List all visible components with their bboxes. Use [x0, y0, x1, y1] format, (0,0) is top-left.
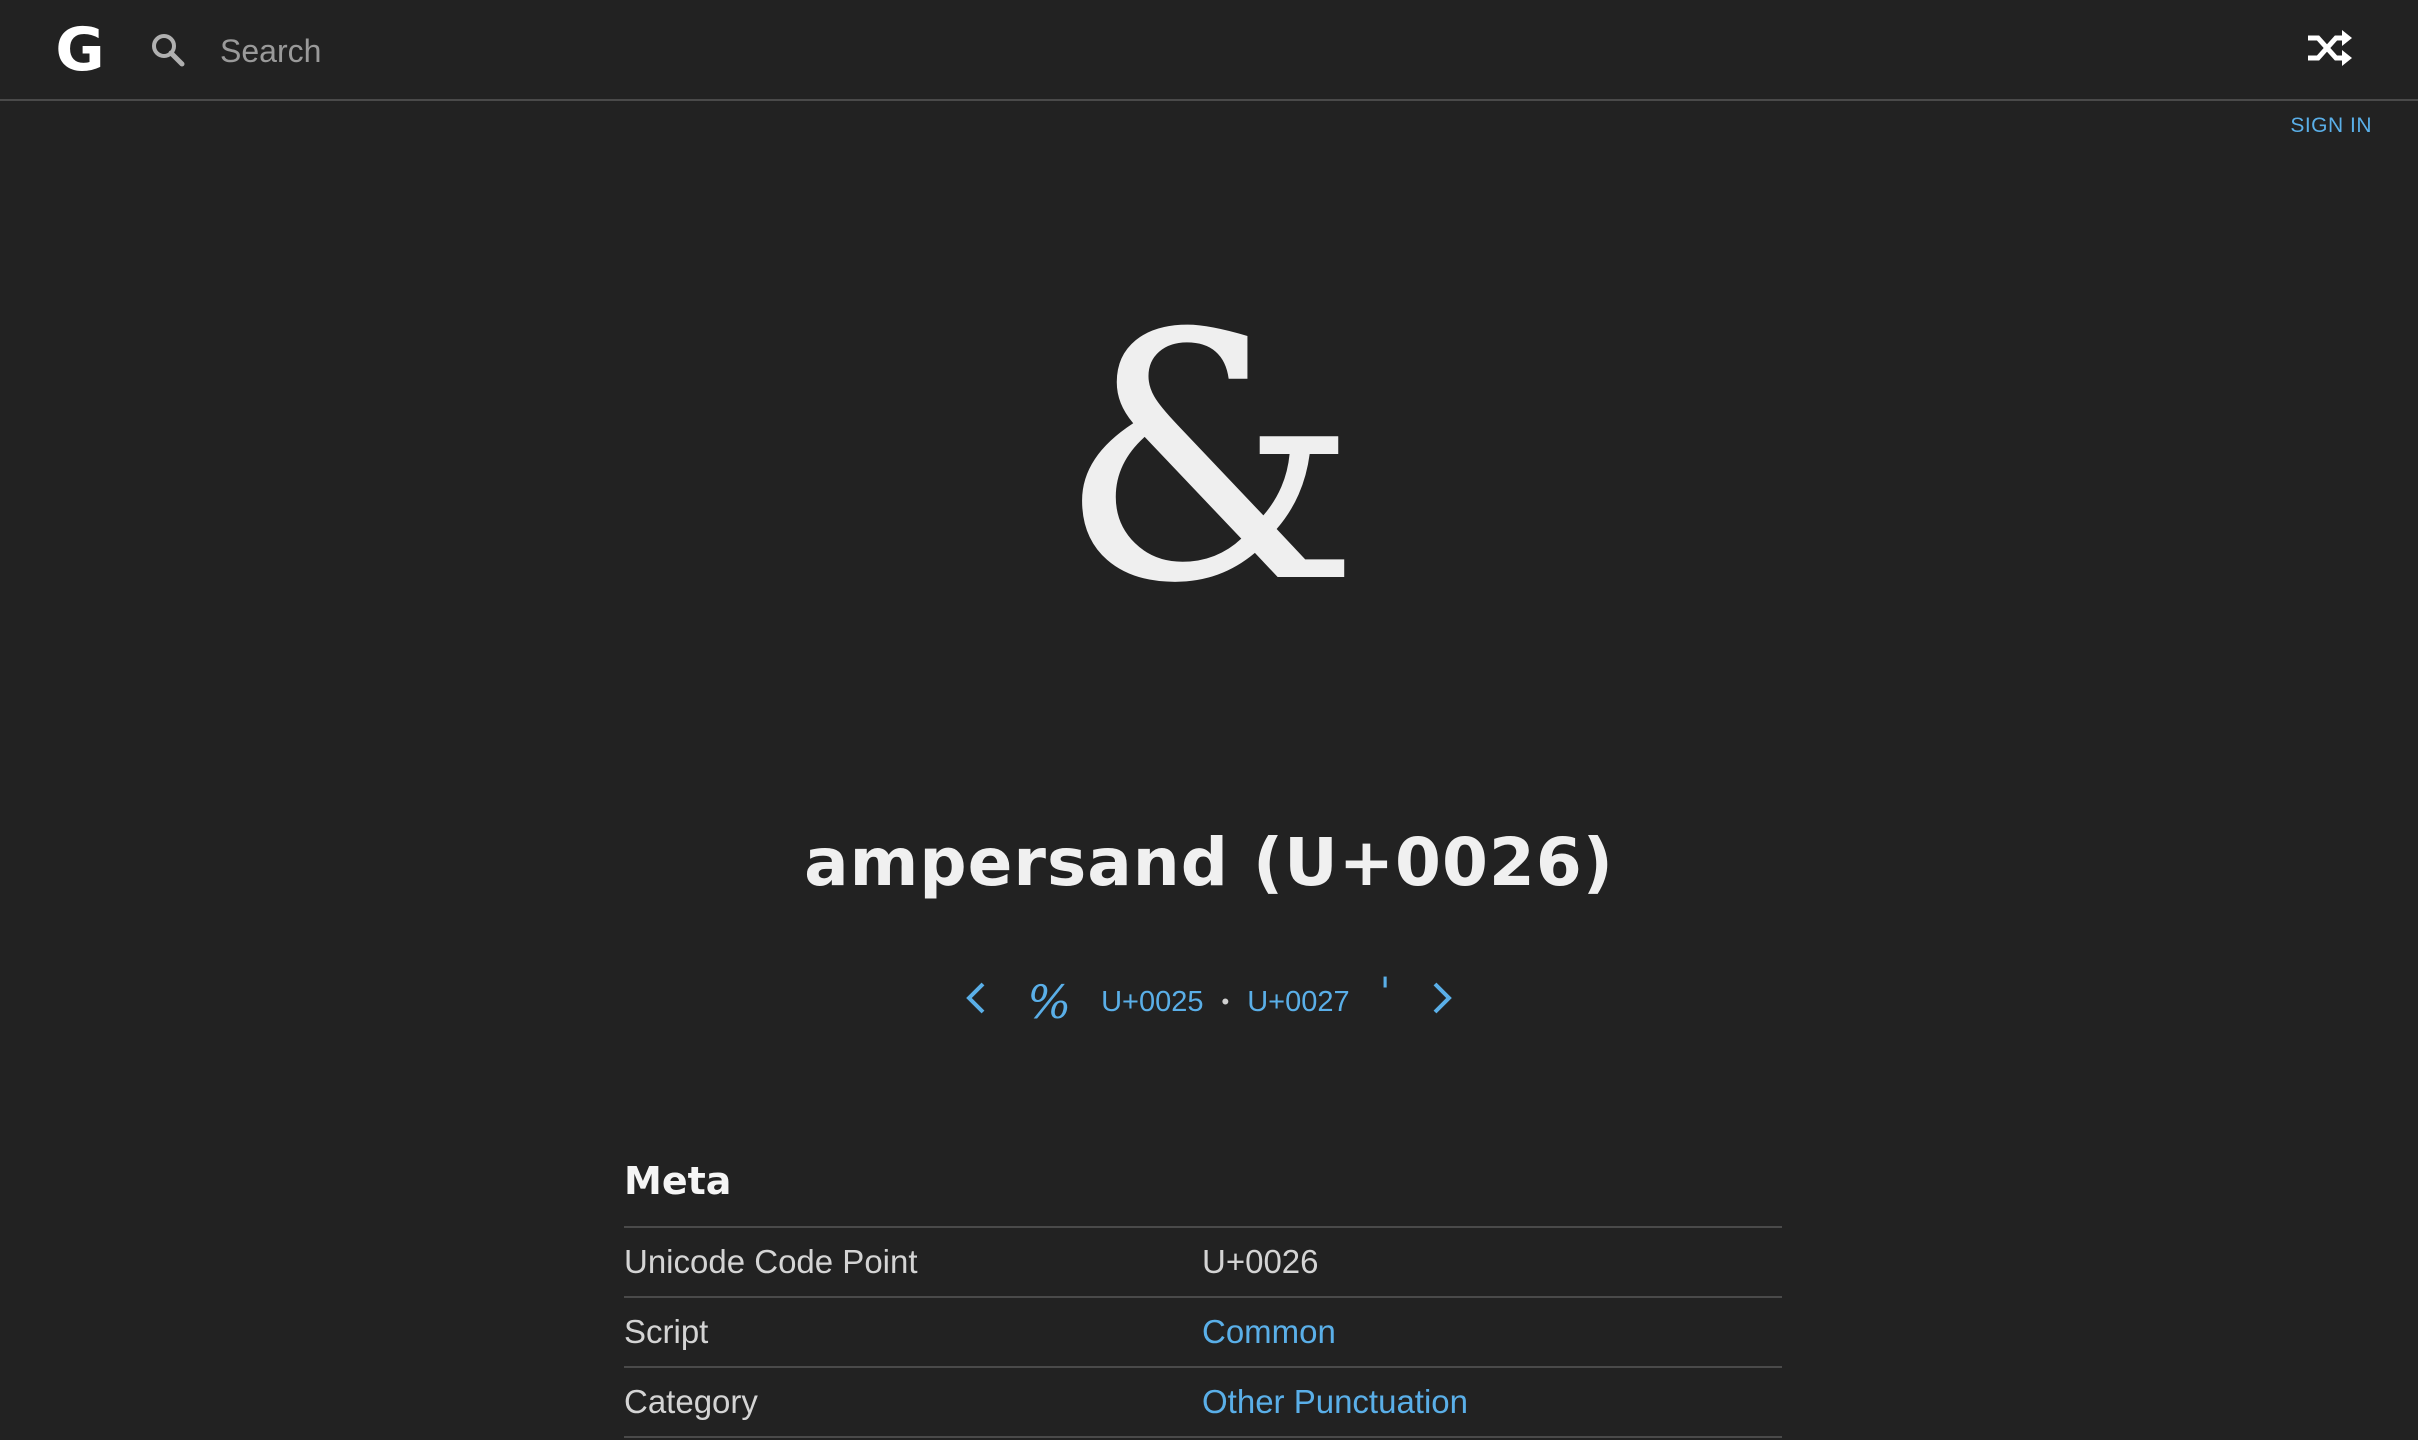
nav-separator: • [1221, 989, 1230, 1014]
meta-table: Unicode Code Point U+0026 Script Common … [624, 1226, 1782, 1438]
previous-character-glyph[interactable]: % [1027, 975, 1071, 1029]
category-link[interactable]: Other Punctuation [1202, 1383, 1468, 1420]
next-character-glyph[interactable]: ' [1380, 970, 1391, 1016]
table-row: Unicode Code Point U+0026 [624, 1226, 1782, 1298]
chevron-left-icon [966, 982, 985, 1014]
meta-heading: Meta [624, 1159, 732, 1203]
meta-label: Script [624, 1296, 1202, 1368]
next-character-button[interactable] [1427, 980, 1457, 1024]
top-bar: G [0, 0, 2418, 101]
next-code-link[interactable]: U+0027 [1247, 986, 1349, 1019]
previous-character-button[interactable] [961, 980, 991, 1024]
table-row: Script Common [624, 1296, 1782, 1368]
meta-label: Unicode Code Point [624, 1226, 1202, 1298]
chevron-right-icon [1433, 982, 1452, 1014]
previous-code-link[interactable]: U+0025 [1101, 986, 1203, 1019]
character-title: ampersand (U+0026) [804, 824, 1614, 901]
meta-label: Category [624, 1366, 1202, 1438]
logo[interactable]: G [52, 18, 108, 82]
character-navigation: % U+0025 • U+0027 ' [0, 970, 2418, 1032]
character-glyph: & [1057, 262, 1361, 658]
meta-value: U+0026 [1202, 1226, 1782, 1298]
shuffle-icon[interactable] [2306, 28, 2352, 68]
search-icon[interactable] [150, 32, 186, 68]
script-link[interactable]: Common [1202, 1313, 1336, 1350]
search-input[interactable] [220, 22, 1620, 80]
table-row: Category Other Punctuation [624, 1366, 1782, 1438]
sign-in-link[interactable]: SIGN IN [2290, 114, 2372, 138]
